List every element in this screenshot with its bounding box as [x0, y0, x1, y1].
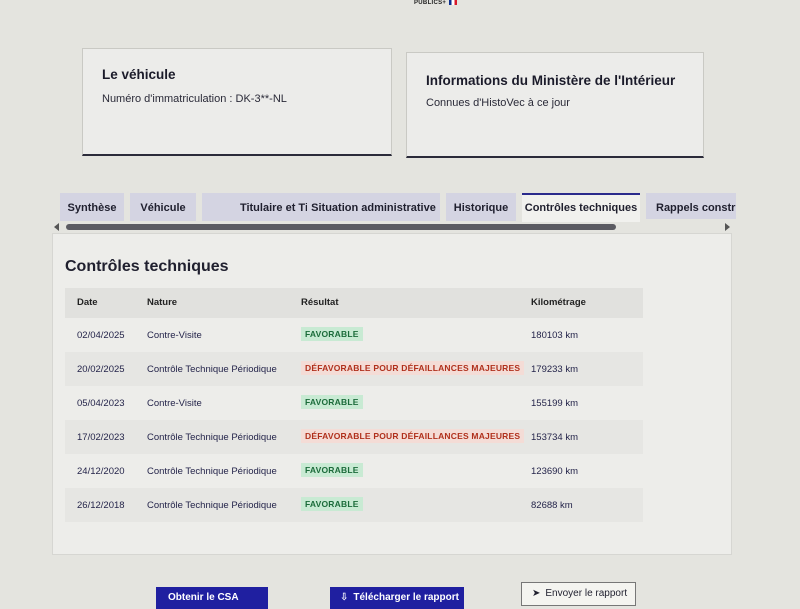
flag-icon: [449, 0, 458, 5]
cell-mileage: 155199 km: [531, 398, 579, 409]
section-title: Contrôles techniques: [65, 258, 229, 275]
col-mileage: Kilométrage: [531, 297, 586, 308]
table-header: Date Nature Résultat Kilométrage: [65, 288, 643, 318]
cell-nature: Contrôle Technique Périodique: [147, 466, 277, 477]
cell-mileage: 82688 km: [531, 500, 573, 511]
cell-nature: Contrôle Technique Périodique: [147, 432, 277, 443]
csa-button[interactable]: Obtenir le CSA: [156, 587, 268, 609]
tab-controles-techniques[interactable]: Contrôles techniques: [522, 193, 640, 222]
col-nature: Nature: [147, 297, 178, 308]
result-badge: FAVORABLE: [301, 497, 363, 511]
cell-result: FAVORABLE: [301, 327, 363, 341]
cell-result: FAVORABLE: [301, 463, 363, 477]
scroll-left-icon[interactable]: [54, 223, 59, 231]
result-badge: DÉFAVORABLE POUR DÉFAILLANCES MAJEURES: [301, 361, 525, 375]
tab-vehicule[interactable]: Véhicule: [130, 193, 196, 221]
table-row: 02/04/2025 Contre-Visite FAVORABLE 180103 k…: [65, 318, 643, 352]
cell-result: DÉFAVORABLE POUR DÉFAILLANCES MAJEURES: [301, 429, 525, 443]
col-result: Résultat: [301, 297, 339, 308]
tab-synthese[interactable]: Synthèse: [60, 193, 124, 221]
cell-date: 24/12/2020: [77, 466, 125, 477]
cell-mileage: 153734 km: [531, 432, 579, 443]
cell-date: 20/02/2025: [77, 364, 125, 375]
cell-date: 17/02/2023: [77, 432, 125, 443]
cell-nature: Contre-Visite: [147, 398, 202, 409]
result-badge: FAVORABLE: [301, 463, 363, 477]
table-row: 05/04/2023 Contre-Visite FAVORABLE 155199 k…: [65, 386, 643, 420]
table-row: 26/12/2018 Contrôle Technique Périodique F…: [65, 488, 643, 522]
ministere-card-title: Informations du Ministère de l'Intérieur: [426, 73, 676, 88]
download-icon: ⇩: [340, 592, 349, 603]
table-row: 24/12/2020 Contrôle Technique Périodique F…: [65, 454, 643, 488]
cell-result: FAVORABLE: [301, 395, 363, 409]
cell-nature: Contrôle Technique Périodique: [147, 500, 277, 511]
send-report-button[interactable]: ➤ Envoyer le rapport: [521, 582, 636, 606]
cell-result: FAVORABLE: [301, 497, 363, 511]
result-badge: FAVORABLE: [301, 395, 363, 409]
cell-mileage: 180103 km: [531, 330, 579, 341]
vehicle-card-title: Le véhicule: [102, 67, 176, 82]
scroll-thumb[interactable]: [66, 224, 616, 230]
controles-table: Date Nature Résultat Kilométrage 02/04/2…: [65, 288, 643, 522]
send-icon: ➤: [532, 588, 541, 599]
plate-number: Numéro d'immatriculation : DK-3**-NL: [102, 93, 287, 105]
tab-rappels-constructeur[interactable]: Rappels constru: [646, 193, 736, 219]
cell-mileage: 123690 km: [531, 466, 579, 477]
scroll-right-icon[interactable]: [725, 223, 730, 231]
controles-panel: Contrôles techniques Date Nature Résulta…: [52, 233, 732, 555]
result-badge: DÉFAVORABLE POUR DÉFAILLANCES MAJEURES: [301, 429, 525, 443]
tab-historique[interactable]: Historique: [446, 193, 516, 221]
table-row: 17/02/2023 Contrôle Technique Périodique D…: [65, 420, 643, 454]
cell-date: 02/04/2025: [77, 330, 125, 341]
ministere-card-subtitle: Connues d'HistoVec à ce jour: [426, 97, 570, 109]
cell-date: 26/12/2018: [77, 500, 125, 511]
cell-nature: Contre-Visite: [147, 330, 202, 341]
table-row: 20/02/2025 Contrôle Technique Périodique D…: [65, 352, 643, 386]
site-logo: PUBLICS+: [414, 0, 458, 6]
cell-mileage: 179233 km: [531, 364, 579, 375]
cell-nature: Contrôle Technique Périodique: [147, 364, 277, 375]
ministere-card: Informations du Ministère de l'Intérieur…: [406, 52, 704, 158]
cell-result: DÉFAVORABLE POUR DÉFAILLANCES MAJEURES: [301, 361, 525, 375]
vehicle-card: Le véhicule Numéro d'immatriculation : D…: [82, 48, 392, 156]
tab-bar: Synthèse Véhicule Titulaire et Titre Sit…: [60, 193, 736, 222]
col-date: Date: [77, 297, 98, 308]
tab-situation-administrative[interactable]: Situation administrative: [307, 193, 440, 221]
download-report-button[interactable]: ⇩ Télécharger le rapport: [330, 587, 464, 609]
cell-date: 05/04/2023: [77, 398, 125, 409]
result-badge: FAVORABLE: [301, 327, 363, 341]
